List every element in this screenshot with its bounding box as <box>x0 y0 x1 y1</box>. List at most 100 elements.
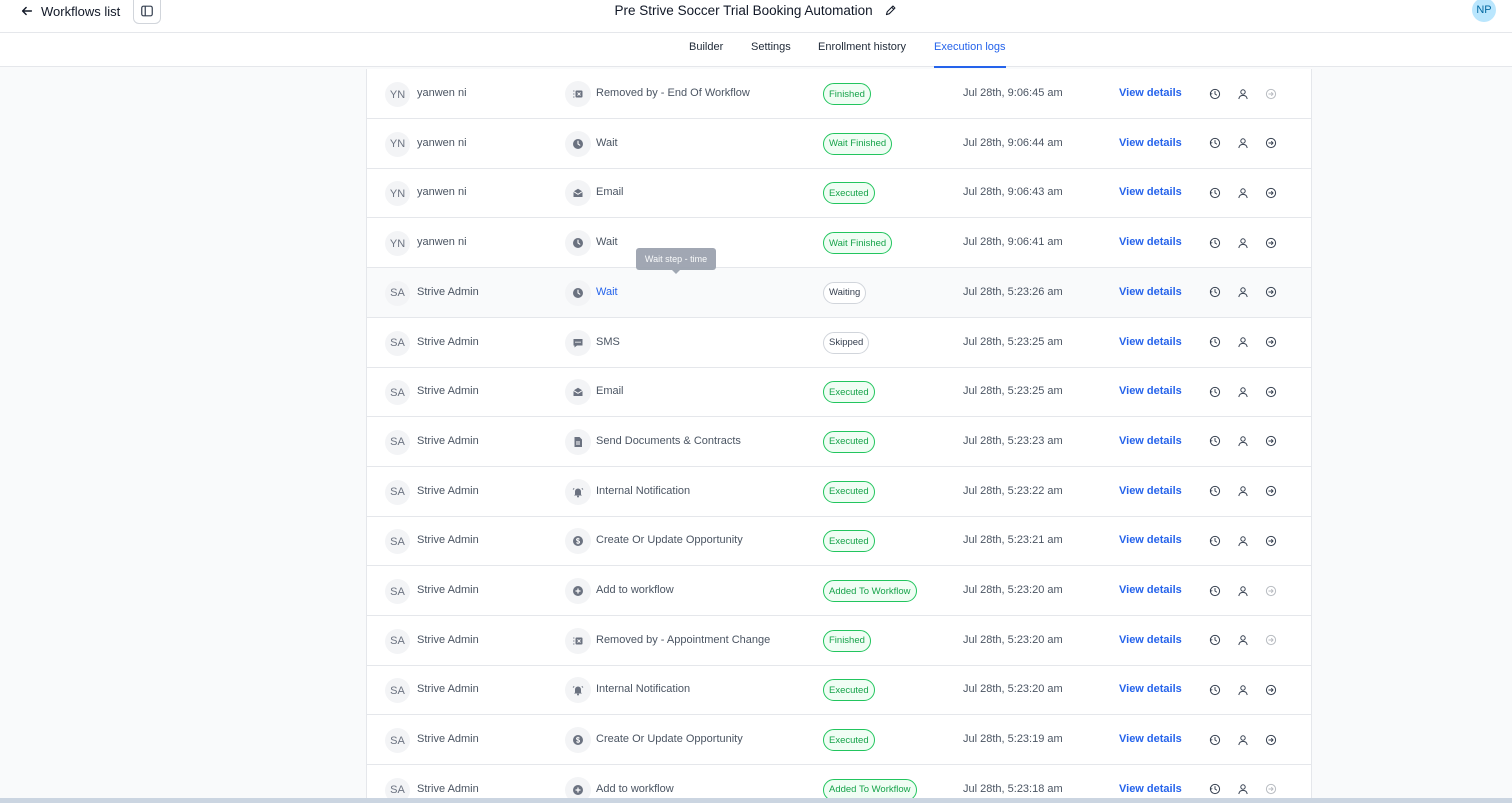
history-icon[interactable] <box>1208 783 1221 796</box>
contact-icon[interactable] <box>1236 286 1249 299</box>
contact-initials-avatar: SA <box>385 728 410 754</box>
contact-icon[interactable] <box>1236 783 1249 796</box>
exit-workflow-icon[interactable] <box>1264 584 1277 597</box>
history-icon[interactable] <box>1208 137 1221 150</box>
exit-workflow-icon[interactable] <box>1264 186 1277 199</box>
contact-icon[interactable] <box>1236 733 1249 746</box>
tab-builder[interactable]: Builder <box>689 41 723 59</box>
tab-settings[interactable]: Settings <box>751 41 791 59</box>
exit-workflow-icon[interactable] <box>1264 435 1277 448</box>
contact-name: yanwen ni <box>417 87 467 99</box>
contact-name: Strive Admin <box>417 633 479 646</box>
exit-workflow-icon[interactable] <box>1264 336 1277 349</box>
view-details-link[interactable]: View details <box>1119 286 1182 298</box>
clock-icon <box>565 130 591 157</box>
view-details-link[interactable]: View details <box>1119 236 1182 248</box>
history-icon[interactable] <box>1208 733 1221 746</box>
contact-icon[interactable] <box>1236 137 1249 150</box>
dollar-icon <box>565 727 591 754</box>
contact-initials-avatar: SA <box>385 678 410 704</box>
contact-initials-avatar: SA <box>385 280 410 306</box>
status-badge: Executed <box>823 530 875 553</box>
contact-icon[interactable] <box>1236 634 1249 647</box>
history-icon[interactable] <box>1208 584 1221 597</box>
exit-workflow-icon[interactable] <box>1264 534 1277 547</box>
view-details-link[interactable]: View details <box>1119 87 1182 99</box>
action-name[interactable]: Wait <box>596 286 618 298</box>
exit-workflow-icon[interactable] <box>1264 733 1277 746</box>
table-row: SA Strive Admin Send Documents & Contracts… <box>367 417 1311 467</box>
view-details-link[interactable]: View details <box>1119 186 1182 198</box>
contact-icon[interactable] <box>1236 584 1249 597</box>
history-icon[interactable] <box>1208 634 1221 647</box>
history-icon[interactable] <box>1208 87 1221 100</box>
action-name: Create Or Update Opportunity <box>596 534 743 547</box>
table-row: SA Strive Admin SMS Skipped Jul 28th, 5:23:2… <box>367 318 1311 368</box>
history-icon[interactable] <box>1208 236 1221 249</box>
table-row: SA Strive Admin Internal Notification Execu… <box>367 665 1311 716</box>
pencil-icon[interactable] <box>884 4 897 17</box>
action-name: Add to workflow <box>596 782 674 795</box>
contact-name: Strive Admin <box>417 434 479 447</box>
contact-initials-avatar: YN <box>385 131 410 157</box>
history-icon[interactable] <box>1208 435 1221 448</box>
exit-workflow-icon[interactable] <box>1264 485 1277 498</box>
top-bar: Workflows list Pre Strive Soccer Trial B… <box>0 0 1512 32</box>
exit-workflow-icon[interactable] <box>1264 137 1277 150</box>
contact-icon[interactable] <box>1236 534 1249 547</box>
contact-icon[interactable] <box>1236 435 1249 448</box>
history-icon[interactable] <box>1208 683 1221 696</box>
view-details-link[interactable]: View details <box>1119 385 1182 397</box>
email-icon <box>565 379 591 406</box>
tab-execution-logs[interactable]: Execution logs <box>934 41 1006 68</box>
view-details-link[interactable]: View details <box>1119 534 1182 546</box>
contact-initials-avatar: SA <box>385 330 410 356</box>
contact-name: yanwen ni <box>417 136 467 149</box>
view-details-link[interactable]: View details <box>1119 783 1182 795</box>
history-icon[interactable] <box>1208 286 1221 299</box>
removed-icon <box>565 627 591 654</box>
view-details-link[interactable]: View details <box>1119 435 1182 447</box>
plus-circle-icon <box>565 578 591 604</box>
view-details-link[interactable]: View details <box>1119 683 1182 695</box>
history-icon[interactable] <box>1208 336 1221 349</box>
contact-name: Strive Admin <box>417 584 479 596</box>
exit-workflow-icon[interactable] <box>1264 783 1277 796</box>
history-icon[interactable] <box>1208 534 1221 547</box>
exit-workflow-icon[interactable] <box>1264 236 1277 249</box>
view-details-link[interactable]: View details <box>1119 634 1182 646</box>
execution-time: Jul 28th, 5:23:26 am <box>963 285 1063 298</box>
execution-time: Jul 28th, 9:06:43 am <box>963 186 1063 199</box>
bell-icon <box>565 677 591 704</box>
view-details-link[interactable]: View details <box>1119 336 1182 348</box>
view-details-link[interactable]: View details <box>1119 137 1182 149</box>
contact-initials-avatar: SA <box>385 529 410 555</box>
execution-time: Jul 28th, 5:23:18 am <box>963 782 1063 795</box>
view-details-link[interactable]: View details <box>1119 733 1182 745</box>
view-details-link[interactable]: View details <box>1119 584 1182 596</box>
workflow-title-text: Pre Strive Soccer Trial Booking Automati… <box>614 2 873 18</box>
view-details-link[interactable]: View details <box>1119 485 1182 497</box>
execution-time: Jul 28th, 5:23:19 am <box>963 733 1063 746</box>
contact-icon[interactable] <box>1236 683 1249 696</box>
history-icon[interactable] <box>1208 485 1221 498</box>
exit-workflow-icon[interactable] <box>1264 385 1277 398</box>
contact-initials-avatar: SA <box>385 479 410 505</box>
tab-enrollment-history[interactable]: Enrollment history <box>818 41 906 59</box>
history-icon[interactable] <box>1208 186 1221 199</box>
history-icon[interactable] <box>1208 385 1221 398</box>
contact-name: Strive Admin <box>417 385 479 398</box>
contact-icon[interactable] <box>1236 87 1249 100</box>
contact-icon[interactable] <box>1236 385 1249 398</box>
execution-time: Jul 28th, 5:23:23 am <box>963 434 1063 447</box>
status-badge: Executed <box>823 381 875 404</box>
exit-workflow-icon[interactable] <box>1264 683 1277 696</box>
action-name: SMS <box>596 335 620 348</box>
contact-icon[interactable] <box>1236 186 1249 199</box>
contact-icon[interactable] <box>1236 485 1249 498</box>
exit-workflow-icon[interactable] <box>1264 634 1277 647</box>
exit-workflow-icon[interactable] <box>1264 87 1277 100</box>
exit-workflow-icon[interactable] <box>1264 286 1277 299</box>
contact-icon[interactable] <box>1236 236 1249 249</box>
contact-icon[interactable] <box>1236 336 1249 349</box>
